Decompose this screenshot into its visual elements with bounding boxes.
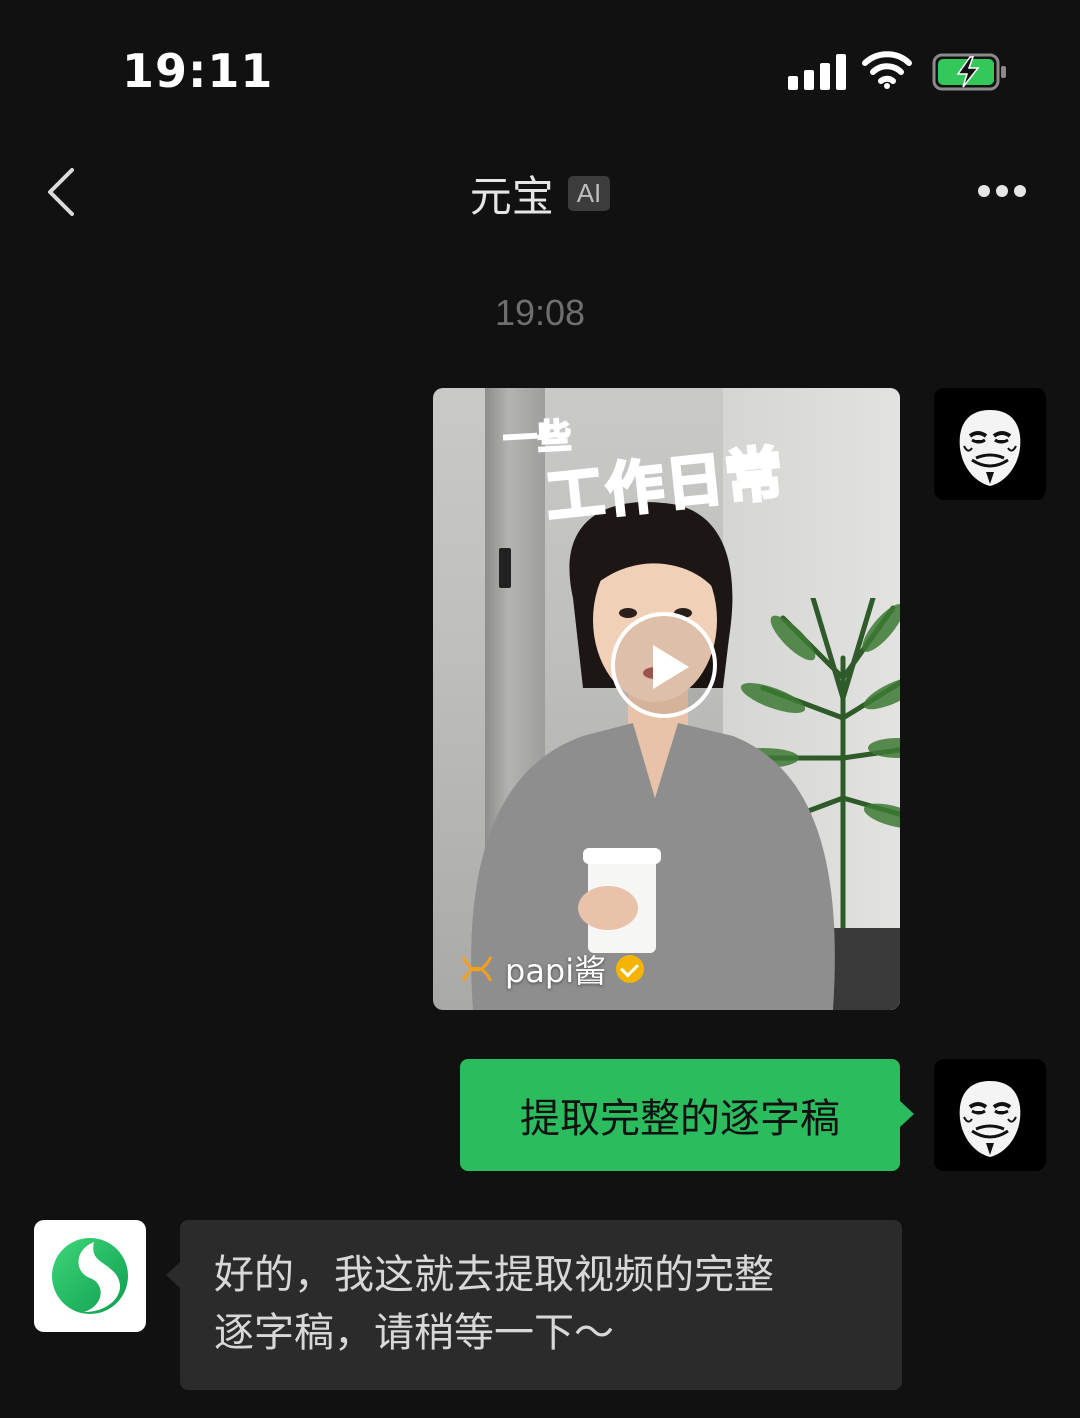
bot-message-line: 好的，我这就去提取视频的完整 <box>214 1252 774 1298</box>
user-avatar[interactable] <box>934 1059 1046 1171</box>
video-message-card[interactable]: 一些 工作日常 papi酱 <box>433 388 900 1010</box>
nav-title-group: 元宝 AI <box>0 163 1080 224</box>
more-options-icon[interactable] <box>974 176 1030 206</box>
bot-avatar[interactable] <box>34 1220 146 1332</box>
mask-icon <box>959 1081 1021 1157</box>
ai-badge: AI <box>567 176 611 211</box>
user-avatar[interactable] <box>934 388 1046 500</box>
bot-message-bubble[interactable]: 好的，我这就去提取视频的完整 逐字稿，请稍等一下～ <box>166 1220 902 1390</box>
user-message-text: 提取完整的逐字稿 <box>520 1096 840 1142</box>
video-author-watermark: papi酱 <box>459 946 645 992</box>
bot-message-line: 逐字稿，请稍等一下～ <box>214 1310 614 1356</box>
video-author-name: papi酱 <box>505 952 607 990</box>
mask-icon <box>959 410 1021 486</box>
author-logo-icon <box>461 956 493 982</box>
yuanbao-logo-icon <box>52 1238 128 1314</box>
signal-icon <box>788 54 846 90</box>
message-timestamp: 19:08 <box>494 292 586 333</box>
play-icon[interactable] <box>611 612 717 718</box>
status-time: 19:11 <box>122 44 274 98</box>
chat-title: 元宝 <box>469 172 554 221</box>
verified-check-icon <box>616 955 645 983</box>
wifi-icon <box>862 51 912 89</box>
battery-charging-icon <box>932 53 1006 91</box>
user-message-bubble[interactable]: 提取完整的逐字稿 <box>460 1059 914 1171</box>
